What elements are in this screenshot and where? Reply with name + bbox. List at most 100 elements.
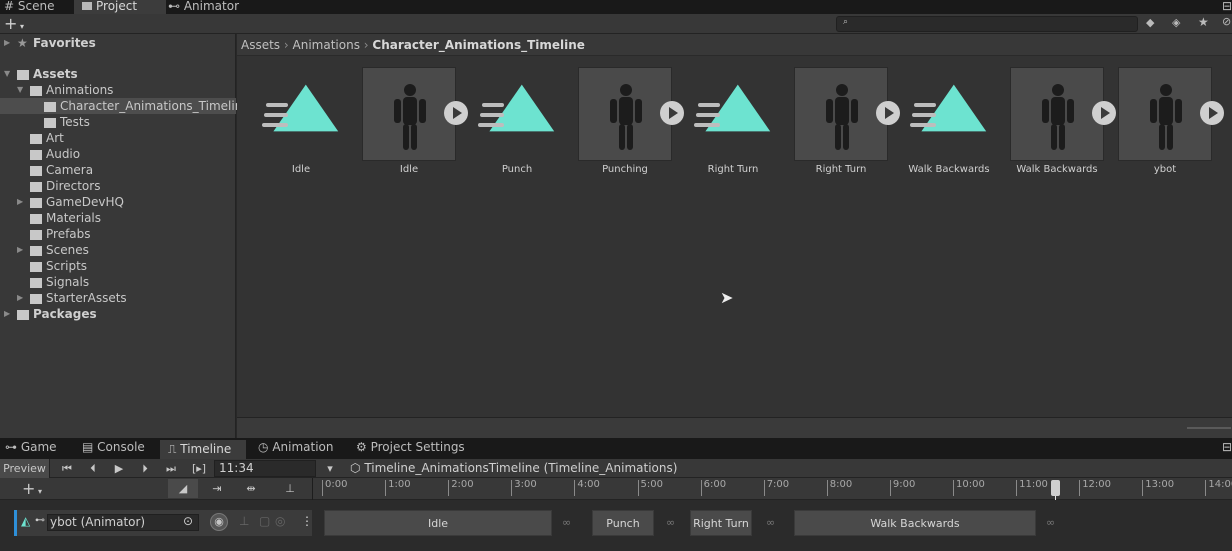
- figure-icon: [1042, 84, 1074, 150]
- time-tick: 5:00: [637, 480, 663, 496]
- preview-button[interactable]: Preview: [0, 459, 50, 478]
- preview-play-icon[interactable]: [444, 101, 468, 125]
- clip-walk-backwards[interactable]: Walk Backwards: [794, 510, 1036, 536]
- tab-game[interactable]: ⊶ Game: [5, 441, 57, 455]
- tree-item-scripts[interactable]: Scripts: [0, 258, 236, 274]
- time-tick: 12:00: [1079, 480, 1111, 496]
- breadcrumb-assets[interactable]: Assets: [241, 38, 280, 52]
- chevron-down-icon[interactable]: ▾: [322, 459, 338, 478]
- timeline-asset-icon: [478, 81, 558, 141]
- eye-icon[interactable]: ◎: [275, 514, 285, 528]
- folder-open-icon: [30, 86, 42, 96]
- window-menu-icon[interactable]: ⊟: [1222, 0, 1232, 14]
- label-filter-icon[interactable]: ◈: [1172, 16, 1180, 29]
- animator-track-icon: ◭: [21, 514, 31, 528]
- next-frame-icon[interactable]: ⏵: [136, 459, 154, 478]
- create-add-button[interactable]: + ▾: [4, 14, 24, 33]
- object-picker-icon[interactable]: ⊙: [183, 514, 193, 528]
- time-tick: 8:00: [826, 480, 852, 496]
- tree-item-gamedevhq[interactable]: ▶ GameDevHQ: [0, 194, 236, 210]
- search-input[interactable]: ⌕: [836, 16, 1138, 32]
- play-icon[interactable]: ▶: [110, 459, 128, 478]
- track-binding-field[interactable]: ybot (Animator): [47, 514, 199, 531]
- tree-item-directors[interactable]: Directors: [0, 178, 236, 194]
- go-to-end-icon[interactable]: ⏭: [162, 459, 180, 478]
- preview-play-icon[interactable]: [1200, 101, 1224, 125]
- animator-track-header[interactable]: ◭ ⊷ ybot (Animator) ⊙ ◉ ⊥ ▢ ◎ ⋮: [14, 510, 313, 536]
- expand-arrow-icon[interactable]: ▶: [4, 306, 10, 322]
- tree-item-signals[interactable]: Signals: [0, 274, 236, 290]
- frame-field[interactable]: 11:34: [214, 460, 316, 477]
- breadcrumb-animations[interactable]: Animations: [293, 38, 360, 52]
- play-range-icon[interactable]: [▸]: [188, 459, 210, 478]
- window-menu-icon[interactable]: ⊟: [1222, 441, 1232, 455]
- edit-mode-mix-icon[interactable]: ◢: [168, 479, 198, 498]
- asset-label: Punching: [602, 164, 648, 175]
- top-tab-bar: # Scene Project ⊷ Animator ⊟: [0, 0, 1232, 14]
- tree-item-prefabs[interactable]: Prefabs: [0, 226, 236, 242]
- tree-favorites[interactable]: ▶ ★ Favorites: [0, 35, 236, 51]
- bottom-tab-bar: ⊶ Game ▤ Console ⎍ Timeline ◷ Animation …: [0, 438, 1232, 459]
- tree-item-character-animations-timeline[interactable]: Character_Animations_Timeline: [0, 98, 250, 114]
- asset-label: Right Turn: [815, 164, 867, 175]
- breadcrumb: Assets › Animations › Character_Animatio…: [237, 34, 1232, 56]
- tab-animation[interactable]: ◷ Animation: [258, 441, 334, 455]
- expand-arrow-icon[interactable]: ▶: [17, 290, 23, 306]
- tree-packages[interactable]: ▶ Packages: [0, 306, 236, 322]
- clock-icon: ◷: [258, 440, 269, 454]
- record-icon[interactable]: ◉: [210, 513, 228, 531]
- tab-scene[interactable]: # Scene: [4, 0, 74, 14]
- playhead-handle[interactable]: [1051, 480, 1060, 496]
- star-icon[interactable]: ★: [1198, 15, 1209, 29]
- expand-arrow-icon[interactable]: ▶: [4, 35, 10, 51]
- tab-animator[interactable]: ⊷ Animator: [168, 0, 248, 14]
- tree-item-starterassets[interactable]: ▶ StarterAssets: [0, 290, 236, 306]
- previous-frame-icon[interactable]: ⏴: [84, 459, 102, 478]
- expand-arrow-icon[interactable]: ▶: [17, 242, 23, 258]
- tab-project-settings[interactable]: ⚙ Project Settings: [356, 441, 465, 455]
- model-thumbnail: [362, 67, 456, 161]
- tree-item-tests[interactable]: Tests: [0, 114, 236, 130]
- tree-item-materials[interactable]: Materials: [0, 210, 236, 226]
- tree-item-camera[interactable]: Camera: [0, 162, 236, 178]
- time-tick: 10:00: [953, 480, 985, 496]
- go-to-start-icon[interactable]: ⏮: [58, 459, 76, 478]
- clip-right-turn[interactable]: Right Turn: [690, 510, 752, 536]
- collapse-arrow-icon[interactable]: ▼: [4, 66, 10, 82]
- add-track-button[interactable]: + ▾: [14, 479, 50, 501]
- more-options-icon[interactable]: ⋮: [301, 514, 313, 528]
- preview-play-icon[interactable]: [876, 101, 900, 125]
- timeline-asset-icon: [694, 81, 774, 141]
- folder-icon: [30, 230, 42, 240]
- timeline-asset-selector[interactable]: ⬡ Timeline_AnimationsTimeline (Timeline_…: [350, 459, 677, 478]
- figure-icon: [610, 84, 642, 150]
- tree-item-art[interactable]: Art: [0, 130, 236, 146]
- edit-mode-ripple-icon[interactable]: ⇥: [202, 479, 232, 498]
- type-filter-icon[interactable]: ◆: [1146, 16, 1154, 29]
- lock-icon[interactable]: ▢: [259, 514, 270, 528]
- clip-punch[interactable]: Punch: [592, 510, 654, 536]
- preview-play-icon[interactable]: [1092, 101, 1116, 125]
- tab-timeline[interactable]: ⎍ Timeline: [160, 440, 246, 459]
- expand-arrow-icon[interactable]: ▶: [17, 194, 23, 210]
- tree-item-animations[interactable]: ▼ Animations: [0, 82, 236, 98]
- collapse-arrow-icon[interactable]: ▼: [17, 82, 23, 98]
- tab-project[interactable]: Project: [74, 0, 166, 14]
- figure-icon: [394, 84, 426, 150]
- breadcrumb-current: Character_Animations_Timeline: [372, 38, 585, 52]
- pin-icon[interactable]: ⊥: [280, 479, 300, 498]
- hidden-packages-icon[interactable]: ⊘: [1222, 15, 1231, 28]
- timeline-toolbar: Preview ⏮ ⏴ ▶ ⏵ ⏭ [▸] 11:34 ▾ ⬡ Timeline…: [0, 459, 1232, 478]
- folder-icon: [44, 102, 56, 112]
- pin-icon[interactable]: ⊥: [239, 514, 249, 528]
- preview-play-icon[interactable]: [660, 101, 684, 125]
- model-thumbnail: [794, 67, 888, 161]
- clip-idle[interactable]: Idle: [324, 510, 552, 536]
- edit-mode-replace-icon[interactable]: ⇹: [236, 479, 266, 498]
- zoom-slider[interactable]: [1187, 427, 1231, 429]
- tree-item-scenes[interactable]: ▶ Scenes: [0, 242, 236, 258]
- folder-icon: [30, 278, 42, 288]
- tree-item-audio[interactable]: Audio: [0, 146, 236, 162]
- tab-console[interactable]: ▤ Console: [82, 441, 145, 455]
- tree-assets[interactable]: ▼ Assets: [0, 66, 236, 82]
